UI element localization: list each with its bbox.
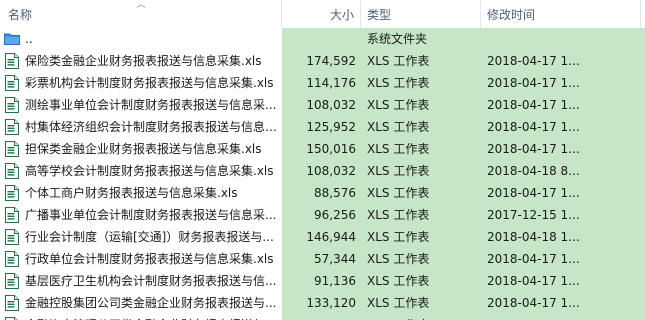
excel-file-icon bbox=[5, 229, 19, 245]
excel-file-icon bbox=[5, 119, 19, 135]
file-modified: 2018-04-17 1... bbox=[487, 274, 580, 288]
file-size: 88,576 bbox=[314, 186, 356, 200]
file-type: XLS 工作表 bbox=[367, 186, 430, 200]
file-modified: 2018-04-17 1... bbox=[487, 76, 580, 90]
column-divider[interactable] bbox=[360, 0, 361, 28]
column-header-size[interactable]: 大小 bbox=[282, 0, 354, 28]
file-row[interactable]: 金融资产管理公司类金融企业财务报表报送与...157,696 XLS 工作表 201… bbox=[0, 314, 645, 320]
folder-up-icon bbox=[4, 33, 20, 45]
file-row[interactable]: 村集体经济组织会计制度财务报表报送与信息采集... 125,952 XLS 工作表 2… bbox=[0, 116, 645, 138]
file-size: 108,032 bbox=[306, 164, 356, 178]
parent-folder-row[interactable]: .. 系统文件夹 bbox=[0, 28, 645, 50]
column-divider[interactable] bbox=[640, 0, 641, 28]
file-name: 担保类金融企业财务报表报送与信息采集.xls bbox=[25, 142, 262, 156]
file-type: XLS 工作表 bbox=[367, 76, 430, 90]
excel-file-icon bbox=[5, 75, 19, 91]
file-size: 146,944 bbox=[306, 230, 356, 244]
file-type: XLS 工作表 bbox=[367, 296, 430, 310]
file-type: XLS 工作表 bbox=[367, 230, 430, 244]
file-row[interactable]: 高等学校会计制度财务报表报送与信息采集.xls 108,032 XLS 工作表 201… bbox=[0, 160, 645, 182]
sort-up-caret-icon: ︿ bbox=[136, 0, 146, 10]
file-type: XLS 工作表 bbox=[367, 314, 477, 320]
file-row[interactable]: 金融控股集团公司类金融企业财务报表报送与... 133,120 XLS 工作表 201… bbox=[0, 292, 645, 314]
parent-folder-type: 系统文件夹 bbox=[367, 32, 428, 46]
file-modified: 2018-04-18 1... bbox=[487, 230, 580, 244]
file-type: XLS 工作表 bbox=[367, 274, 430, 288]
file-type: XLS 工作表 bbox=[367, 208, 430, 222]
file-modified: 2018-04-17 1... bbox=[487, 54, 580, 68]
file-row[interactable]: 广播事业单位会计制度财务报表报送与信息采... 96,256 XLS 工作表 2017… bbox=[0, 204, 645, 226]
excel-file-icon bbox=[5, 185, 19, 201]
file-name: 保险类金融企业财务报表报送与信息采集.xls bbox=[25, 54, 262, 68]
file-modified: 2018-04-17 1... bbox=[487, 98, 580, 112]
column-header-type[interactable]: 类型 bbox=[367, 0, 477, 28]
excel-file-icon bbox=[5, 251, 19, 267]
file-name: 个体工商户财务报表报送与信息采集.xls bbox=[25, 186, 238, 200]
file-name: 村集体经济组织会计制度财务报表报送与信息采集... bbox=[25, 120, 280, 134]
file-type: XLS 工作表 bbox=[367, 142, 430, 156]
file-name: 行业会计制度（运输[交通]）财务报表报送与... bbox=[25, 230, 274, 244]
file-modified: 2018-04-17 1... bbox=[487, 186, 580, 200]
file-type: XLS 工作表 bbox=[367, 54, 430, 68]
excel-file-icon bbox=[5, 295, 19, 311]
file-row[interactable]: 保险类金融企业财务报表报送与信息采集.xls 174,592 XLS 工作表 2018… bbox=[0, 50, 645, 72]
file-size: 96,256 bbox=[314, 208, 356, 222]
file-name: 测绘事业单位会计制度财务报表报送与信息采... bbox=[25, 98, 277, 112]
file-row[interactable]: 行政单位会计制度财务报表报送与信息采集.xls 57,344 XLS 工作表 2018… bbox=[0, 248, 645, 270]
file-modified: 2018-04-17 1... bbox=[487, 142, 580, 156]
file-list-pane: 名称 ︿ 大小 类型 修改时间 .. 系统文件夹 保险类金融企业财务报表报送与信… bbox=[0, 0, 645, 320]
file-row[interactable]: 测绘事业单位会计制度财务报表报送与信息采... 108,032 XLS 工作表 201… bbox=[0, 94, 645, 116]
file-size: 125,952 bbox=[306, 120, 356, 134]
file-name: 彩票机构会计制度财务报表报送与信息采集.xls bbox=[25, 76, 274, 90]
file-name: 基层医疗卫生机构会计制度财务报表报送与信... bbox=[25, 274, 277, 288]
file-size: 114,176 bbox=[306, 76, 356, 90]
file-row[interactable]: 基层医疗卫生机构会计制度财务报表报送与信... 91,136 XLS 工作表 2018… bbox=[0, 270, 645, 292]
file-row[interactable]: 担保类金融企业财务报表报送与信息采集.xls 150,016 XLS 工作表 2018… bbox=[0, 138, 645, 160]
file-size: 174,592 bbox=[306, 54, 356, 68]
file-size: 91,136 bbox=[314, 274, 356, 288]
file-modified: 2017-12-15 1... bbox=[487, 208, 580, 222]
column-header-modified[interactable]: 修改时间 bbox=[487, 0, 637, 28]
file-name: 广播事业单位会计制度财务报表报送与信息采... bbox=[25, 208, 277, 222]
file-size: 57,344 bbox=[314, 252, 356, 266]
file-modified: 2018-04-17 1... bbox=[487, 252, 580, 266]
file-size: 108,032 bbox=[306, 98, 356, 112]
excel-file-icon bbox=[5, 163, 19, 179]
parent-folder-name: .. bbox=[25, 32, 33, 46]
file-modified: 2018-04-17 1... bbox=[487, 314, 645, 320]
file-row[interactable]: 行业会计制度（运输[交通]）财务报表报送与... 146,944 XLS 工作表 20… bbox=[0, 226, 645, 248]
file-type: XLS 工作表 bbox=[367, 120, 430, 134]
file-name: 金融资产管理公司类金融企业财务报表报送与... bbox=[25, 314, 280, 320]
file-size: 150,016 bbox=[306, 142, 356, 156]
file-type: XLS 工作表 bbox=[367, 252, 430, 266]
file-row[interactable]: 个体工商户财务报表报送与信息采集.xls 88,576 XLS 工作表 2018-04… bbox=[0, 182, 645, 204]
file-modified: 2018-04-18 8... bbox=[487, 164, 580, 178]
file-name: 金融控股集团公司类金融企业财务报表报送与... bbox=[25, 296, 277, 310]
excel-file-icon bbox=[5, 53, 19, 69]
file-name: 高等学校会计制度财务报表报送与信息采集.xls bbox=[25, 164, 274, 178]
excel-file-icon bbox=[5, 273, 19, 289]
excel-file-icon bbox=[5, 97, 19, 113]
file-size: 157,696 bbox=[282, 314, 356, 320]
column-divider[interactable] bbox=[480, 0, 481, 28]
file-row[interactable]: 彩票机构会计制度财务报表报送与信息采集.xls 114,176 XLS 工作表 201… bbox=[0, 72, 645, 94]
excel-file-icon bbox=[5, 141, 19, 157]
file-type: XLS 工作表 bbox=[367, 164, 430, 178]
file-size: 133,120 bbox=[306, 296, 356, 310]
file-modified: 2018-04-17 1... bbox=[487, 120, 580, 134]
file-type: XLS 工作表 bbox=[367, 98, 430, 112]
excel-file-icon bbox=[5, 207, 19, 223]
column-header-bar: 名称 ︿ 大小 类型 修改时间 bbox=[0, 0, 645, 29]
file-modified: 2018-04-17 1... bbox=[487, 296, 580, 310]
file-name: 行政单位会计制度财务报表报送与信息采集.xls bbox=[25, 252, 274, 266]
file-rows: .. 系统文件夹 保险类金融企业财务报表报送与信息采集.xls 174,592 XL… bbox=[0, 28, 645, 320]
